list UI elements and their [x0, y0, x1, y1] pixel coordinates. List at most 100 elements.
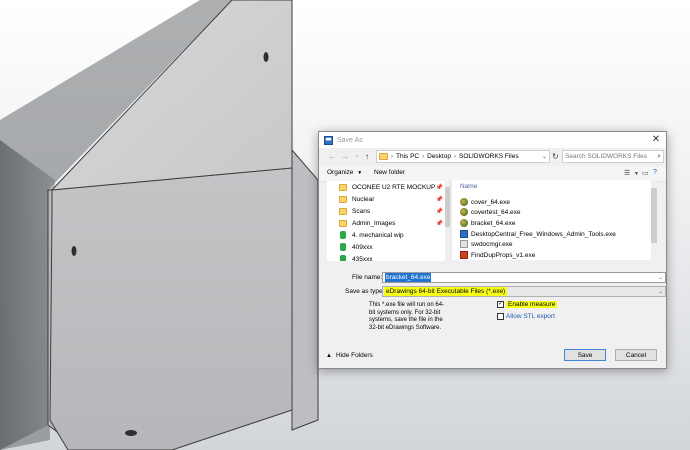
save-dialog-app-icon: [324, 135, 333, 145]
sync-folder-icon: [340, 243, 346, 251]
enable-measure-checkbox[interactable]: ✓ Enable measure: [497, 301, 558, 308]
save-button[interactable]: Save: [564, 349, 606, 361]
up-arrow-icon[interactable]: ↑: [362, 151, 372, 162]
part-bottom-flange[interactable]: [49, 167, 293, 450]
folder-icon: [379, 153, 388, 160]
hide-folders-toggle[interactable]: ▲ Hide Folders: [326, 352, 373, 359]
back-arrow-icon[interactable]: ←: [327, 151, 337, 162]
edrawings-exe-icon: [460, 198, 468, 206]
file-list[interactable]: ^ Name cover_64.exe covertest_64.exe bra…: [452, 180, 657, 260]
hole-top[interactable]: [263, 52, 269, 62]
nav-item-scans[interactable]: Scans 📌: [327, 205, 450, 217]
new-folder-button[interactable]: New folder: [374, 169, 405, 176]
file-row[interactable]: DesktopCentral_Free_Windows_Admin_Tools.…: [460, 229, 616, 239]
nav-pane-scrollbar[interactable]: [445, 181, 450, 261]
edrawings-exe-icon: [460, 219, 468, 227]
file-name-value: bracket_64.exe: [385, 273, 432, 282]
pin-icon: 📌: [435, 196, 443, 203]
file-row[interactable]: FindDupProps_v1.exe: [460, 250, 535, 260]
scrollbar-thumb[interactable]: [445, 187, 450, 227]
help-icon[interactable]: ?: [653, 169, 657, 176]
chevron-down-icon[interactable]: ⌄: [658, 289, 663, 295]
part-right-flange[interactable]: [291, 148, 319, 431]
cancel-button[interactable]: Cancel: [615, 349, 657, 361]
nav-item-nuclear[interactable]: Nuclear 📌: [327, 193, 450, 205]
file-name: bracket_64.exe: [471, 219, 516, 227]
pin-icon: 📌: [435, 208, 443, 215]
nav-item-409xxx[interactable]: 409xxx: [327, 241, 450, 253]
preview-pane-icon[interactable]: ▭: [642, 169, 649, 177]
folder-icon: [339, 219, 347, 227]
pin-icon: 📌: [435, 184, 443, 191]
exe-note-text: This *.exe file will run on 64-bit syste…: [369, 302, 445, 331]
chevron-down-icon[interactable]: ▼: [634, 171, 639, 177]
file-name: DesktopCentral_Free_Windows_Admin_Tools.…: [471, 230, 616, 238]
file-name: swdocmgr.exe: [471, 240, 513, 248]
chevron-right-icon: ›: [391, 153, 393, 160]
nav-item-label: Admin_Images: [352, 219, 396, 227]
allow-stl-label: Allow STL export: [506, 313, 555, 320]
breadcrumb-solidworks-files[interactable]: SOLIDWORKS Files: [459, 153, 519, 160]
sync-folder-icon: [340, 255, 346, 261]
nav-item-label: 409xxx: [352, 243, 373, 251]
edrawings-exe-icon: [460, 208, 468, 216]
checkbox-unchecked-icon[interactable]: [497, 313, 504, 320]
allow-stl-checkbox[interactable]: Allow STL export: [497, 313, 555, 320]
breadcrumb-this-pc[interactable]: This PC: [396, 153, 419, 160]
refresh-icon[interactable]: ↻: [551, 150, 560, 163]
chevron-down-icon[interactable]: ⌄: [542, 153, 547, 160]
breadcrumb-desktop[interactable]: Desktop: [427, 153, 451, 160]
save-as-type-value: eDrawings 64-bit Executable Files (*.exe…: [384, 287, 508, 296]
file-row[interactable]: cover_64.exe: [460, 197, 510, 207]
column-header-name[interactable]: Name: [460, 183, 477, 190]
navigation-pane[interactable]: OCONEE U2 RTE MOCKUP 📌 Nuclear 📌 Scans 📌…: [327, 181, 451, 261]
nav-item-label: Scans: [352, 207, 371, 215]
file-name: FindDupProps_v1.exe: [471, 251, 536, 259]
navigation-bar: ← → ⌄ ↑ › This PC › Desktop › SOLIDWORKS…: [319, 148, 666, 166]
file-row[interactable]: covertest_64.exe: [460, 207, 521, 217]
file-name-label: File name:: [352, 274, 383, 281]
nav-item-admin-images[interactable]: Admin_Images 📌: [327, 217, 450, 229]
chevron-up-icon: ▲: [326, 352, 332, 359]
dialog-titlebar[interactable]: Save As ✕: [319, 132, 666, 148]
file-row[interactable]: bracket_64.exe: [460, 218, 515, 228]
finddupprops-icon: [460, 251, 468, 259]
hole-left[interactable]: [71, 246, 77, 256]
nav-item-label: Nuclear: [352, 195, 375, 203]
file-list-scrollbar[interactable]: [651, 180, 657, 260]
folder-icon: [339, 207, 347, 215]
file-name-input[interactable]: bracket_64.exe ⌄: [382, 272, 666, 283]
desktopcentral-icon: [460, 230, 468, 238]
checkbox-checked-icon[interactable]: ✓: [497, 301, 504, 308]
organize-label: Organize: [327, 169, 354, 176]
nav-item-label: 4. mechanical wip: [352, 231, 404, 239]
hide-folders-label: Hide Folders: [335, 352, 373, 359]
nav-item-435xxx[interactable]: 435xxx: [327, 253, 450, 261]
nav-item-mechanical-wip[interactable]: 4. mechanical wip: [327, 229, 450, 241]
folder-icon: [339, 195, 347, 203]
search-input[interactable]: [565, 153, 653, 160]
search-icon[interactable]: ⌕: [657, 153, 661, 161]
sort-indicator-icon: ^: [527, 180, 530, 184]
recent-locations-icon[interactable]: ⌄: [352, 151, 362, 162]
organize-menu[interactable]: Organize ▼: [327, 169, 362, 176]
save-as-type-select[interactable]: eDrawings 64-bit Executable Files (*.exe…: [382, 286, 666, 297]
view-options-icon[interactable]: ☰: [624, 169, 630, 177]
pin-icon: 📌: [435, 220, 443, 227]
folder-icon: [339, 183, 347, 191]
chevron-right-icon: ›: [453, 153, 456, 160]
address-bar[interactable]: › This PC › Desktop › SOLIDWORKS Files ⌄: [376, 150, 550, 163]
file-row[interactable]: swdocmgr.exe: [460, 239, 513, 249]
nav-item-label: OCONEE U2 RTE MOCKUP: [352, 183, 436, 191]
hole-bottom[interactable]: [125, 430, 137, 436]
file-name: covertest_64.exe: [471, 208, 521, 216]
scrollbar-thumb[interactable]: [651, 188, 657, 243]
forward-arrow-icon[interactable]: →: [340, 151, 350, 162]
chevron-down-icon: ▼: [357, 170, 363, 176]
search-box[interactable]: ⌕: [562, 150, 664, 163]
app-icon: [460, 240, 468, 248]
dialog-title: Save As: [337, 136, 363, 144]
chevron-down-icon[interactable]: ⌄: [658, 275, 663, 281]
nav-item-oconee[interactable]: OCONEE U2 RTE MOCKUP 📌: [327, 181, 450, 193]
close-button[interactable]: ✕: [650, 134, 662, 146]
